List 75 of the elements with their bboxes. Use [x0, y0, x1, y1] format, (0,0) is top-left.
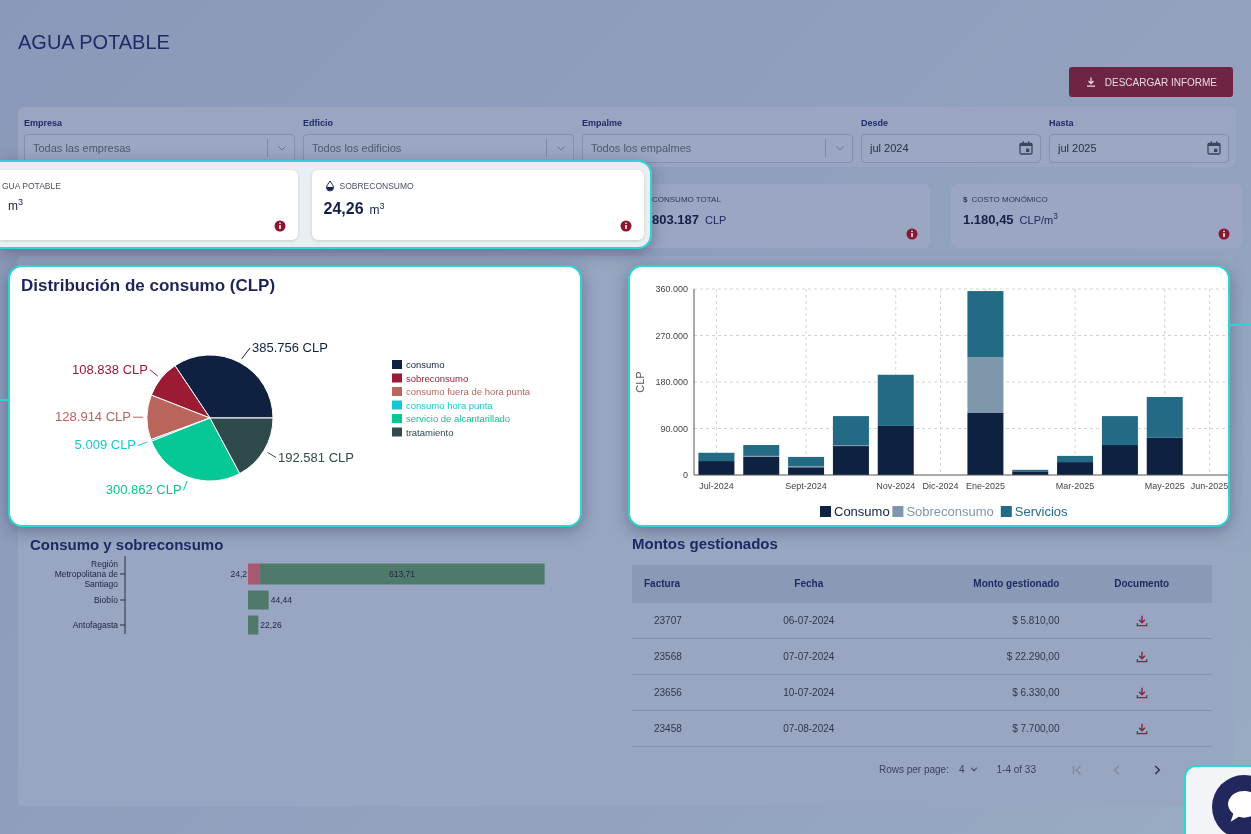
- kpi-value: 24,26: [323, 198, 364, 219]
- field-label: Empalme: [582, 117, 624, 130]
- column-header: Monto gestionado: [875, 564, 1072, 603]
- legend-label: consumo: [406, 359, 445, 370]
- value-label: 128.914 CLP: [55, 409, 131, 425]
- tick-label: Sept-2024: [785, 481, 827, 491]
- tick-label: Jul-2024: [699, 481, 734, 491]
- table-cell: 07-07-2024: [741, 638, 876, 675]
- table-cell: 07-08-2024: [741, 710, 876, 747]
- kpi-unit: CLP/m$^{3}$: [1019, 211, 1058, 228]
- kpi-title: CONSUMO TOTAL: [652, 193, 721, 206]
- table-cell: $ 6.330,00: [875, 674, 1072, 711]
- kpi-title: SOBRECONSUMO: [339, 180, 414, 193]
- legend-label: Consumo: [834, 504, 890, 519]
- column-header: Fecha: [741, 564, 876, 603]
- column-header: Documento: [1071, 564, 1212, 603]
- value-label: 192.581 CLP: [278, 449, 354, 465]
- value-label: 613,71: [388, 568, 415, 579]
- table-cell: 23458: [632, 710, 742, 747]
- table-cell: $ 7.700,00: [875, 710, 1072, 747]
- field-label: Edficio: [303, 117, 334, 130]
- value-label: 22,26: [260, 619, 282, 630]
- rows-per-page-label: Rows per page:: [878, 762, 949, 777]
- value-label: 44,44: [270, 594, 292, 605]
- dollar-sign: $: [963, 193, 968, 206]
- value-label: 5.009 CLP: [74, 437, 137, 453]
- value-label: 385.756 CLP: [252, 340, 328, 355]
- table-cell: 23656: [632, 674, 742, 711]
- category-label: Región Metropolitana de Santiago: [54, 558, 118, 589]
- legend-label: tratamiento: [406, 426, 454, 438]
- value-label: 24,2: [230, 568, 247, 579]
- field-label: Desde: [861, 117, 889, 130]
- axis-title: CLP: [634, 371, 646, 393]
- tick-label: Jun-2025: [1190, 481, 1228, 491]
- page-range: 1-4 of 33: [996, 762, 1036, 777]
- page-title: AGUA POTABLE: [18, 30, 171, 54]
- legend-label: Sobreconsumo: [906, 504, 994, 519]
- table-cell: $ 5.810,00: [875, 602, 1072, 639]
- kpi-unit: CLP: [705, 212, 727, 228]
- kpi-title: COSTO MONÓMICO: [971, 193, 1048, 206]
- category-label: Biobío: [93, 594, 118, 605]
- tick-label: 180.000: [655, 377, 688, 387]
- legend-label: servicio de alcantarillado: [406, 413, 511, 424]
- field-label: Empresa: [24, 117, 64, 130]
- value-label: 108.838 CLP: [72, 361, 148, 377]
- table-cell: 23568: [632, 638, 742, 675]
- chart-title: Distribución de consumo (CLP): [21, 276, 276, 297]
- category-label: Antofagasta: [72, 619, 118, 630]
- kpi-title: GUA POTABLE: [2, 180, 61, 193]
- legend-label: consumo fuera de hora punta: [406, 386, 531, 397]
- tick-label: 90.000: [660, 423, 688, 434]
- legend-label: sobreconsumo: [406, 372, 469, 384]
- tick-label: Mar-2025: [1055, 481, 1095, 491]
- table-cell: 23707: [632, 602, 742, 639]
- table-cell: 06-07-2024: [741, 602, 876, 639]
- field-label: Hasta: [1049, 117, 1075, 130]
- section-title: Consumo y sobreconsumo: [30, 535, 225, 554]
- tick-label: 360.000: [655, 284, 688, 294]
- legend-label: consumo hora punta: [406, 399, 493, 411]
- kpi-unit: m$^{3}$: [369, 200, 385, 219]
- value-label: 300.862 CLP: [105, 482, 182, 498]
- column-header: Factura: [632, 564, 742, 603]
- kpi-value: 1.180,45: [963, 210, 1014, 229]
- legend-label: Servicios: [1014, 504, 1068, 519]
- table-cell: 10-07-2024: [741, 674, 876, 711]
- tick-label: 0: [683, 470, 688, 480]
- table-cell: $ 22.290,00: [875, 638, 1072, 675]
- tick-label: May-2025: [1144, 481, 1185, 491]
- kpi-unit: m$^{3}$: [8, 196, 23, 215]
- tick-label: Nov-2024: [876, 481, 916, 491]
- tick-label: Ene-2025: [965, 481, 1005, 491]
- section-title: Montos gestionados: [632, 534, 779, 553]
- kpi-value: 803.187: [652, 210, 699, 229]
- tick-label: Dic-2024: [922, 481, 959, 491]
- tick-label: 270.000: [655, 330, 688, 341]
